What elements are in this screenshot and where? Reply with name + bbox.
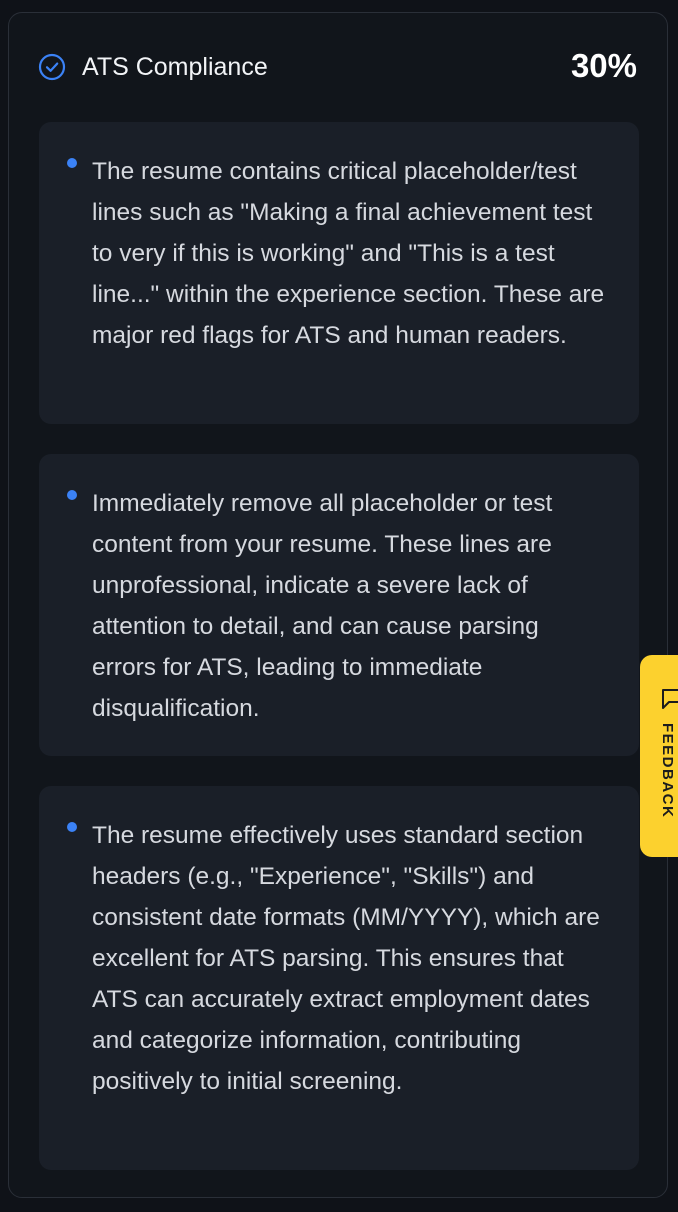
- item-text: The resume effectively uses standard sec…: [92, 822, 600, 1095]
- ats-compliance-card: ATS Compliance 30% The resume contains c…: [8, 12, 668, 1198]
- message-icon: [662, 689, 678, 709]
- item-text: The resume contains critical placeholder…: [92, 158, 605, 349]
- feedback-tab[interactable]: FEEDBACK: [640, 655, 678, 857]
- card-header: ATS Compliance 30%: [9, 13, 667, 113]
- compliance-score: 30%: [570, 47, 637, 84]
- bullet-dot: [67, 158, 77, 168]
- list-item: Immediately remove all placeholder or te…: [39, 454, 639, 756]
- section-title: ATS Compliance: [82, 53, 268, 81]
- feedback-label: FEEDBACK: [659, 723, 676, 819]
- bullet-dot: [67, 822, 77, 832]
- check-circle-icon: [38, 53, 66, 81]
- item-text: Immediately remove all placeholder or te…: [92, 490, 553, 722]
- list-item: The resume contains critical placeholder…: [39, 122, 639, 424]
- bullet-dot: [67, 490, 77, 500]
- list-item: The resume effectively uses standard sec…: [39, 786, 639, 1170]
